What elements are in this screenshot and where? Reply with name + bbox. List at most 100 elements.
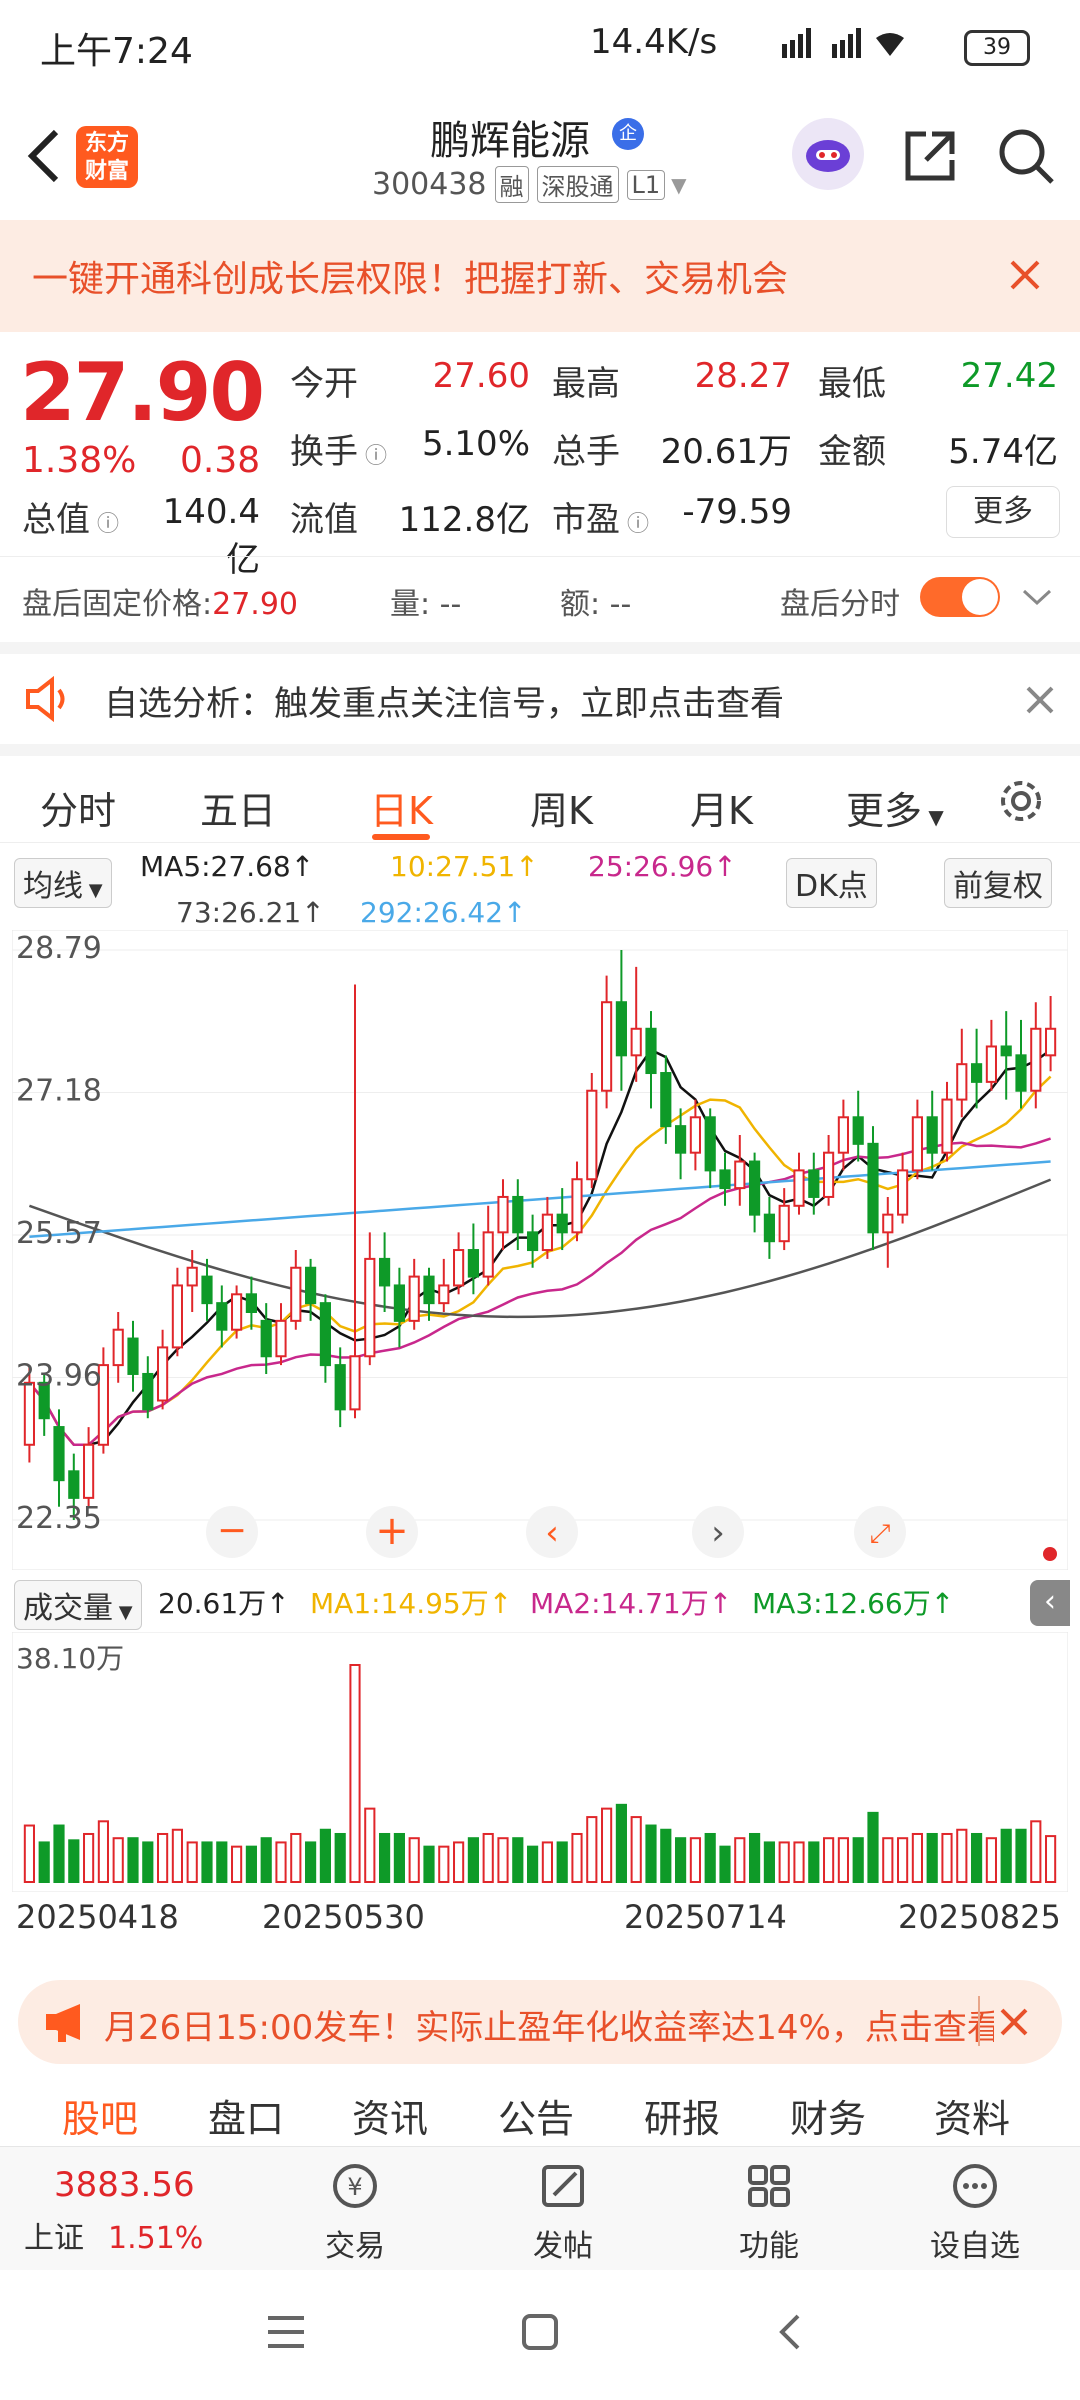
tab-daily-k[interactable]: 日K [370,780,433,835]
pan-right-icon[interactable]: › [711,1513,725,1553]
candle-body [245,1293,257,1314]
volume-bar [867,1811,879,1884]
trade-button[interactable]: ¥ 交易 [300,2159,410,2265]
tab-guba[interactable]: 股吧 [62,2088,138,2143]
candle-body [275,1319,287,1358]
date-tick: 20250714 [624,1898,787,1936]
dk-point-button[interactable]: DK点 [786,858,877,908]
tab-monthly-k[interactable]: 月K [690,780,753,835]
volume-bar [956,1828,968,1883]
menu-icon[interactable] [264,2312,308,2352]
volume-bar [1015,1828,1027,1883]
zoom-out-icon[interactable]: − [217,1510,247,1551]
tab-research[interactable]: 研报 [644,2088,720,2143]
volume-bar [83,1832,95,1884]
tab-finance[interactable]: 财务 [790,2088,866,2143]
zoom-in-icon[interactable]: + [375,1508,409,1554]
candlestick-chart[interactable]: 28.79 27.18 25.57 23.96 22.35 − + ‹ › ⤢ [12,930,1068,1570]
candle-body [1030,1027,1042,1092]
candle-body [763,1213,775,1243]
volume-bar [275,1841,287,1884]
candle-body [897,1169,909,1216]
stock-name: 鹏辉能源 [430,118,590,164]
candle-body [112,1328,124,1367]
volume-bar [837,1837,849,1884]
volume-bar [1000,1828,1012,1883]
megaphone-icon [46,2004,80,2042]
after-hours-toggle[interactable] [920,577,1000,617]
back-arrow-icon[interactable] [16,116,76,196]
candle-body [660,1072,672,1128]
candle-body [453,1249,465,1287]
tab-news[interactable]: 资讯 [352,2088,428,2143]
volume-selector[interactable]: 成交量 ▼ [14,1580,142,1630]
volume-bar [38,1841,50,1884]
yen-icon: ¥ [333,2164,377,2208]
candle-body [334,1364,346,1411]
label-turnover: 换手 ⓘ [290,432,387,472]
after-hours-volume: 量: -- [390,587,462,622]
volume-bar [334,1832,346,1884]
volume-bar [793,1841,805,1884]
close-icon[interactable] [1020,680,1060,720]
search-icon[interactable] [994,124,1058,188]
volume-bar [453,1841,465,1884]
adjust-button[interactable]: 前复权 [944,858,1052,908]
more-dots-icon [953,2164,997,2208]
tab-intraday[interactable]: 分时 [40,780,116,835]
ma-legend: 均线 ▼ MA5:27.68↑ 10:27.51↑ 25:26.96↑ 73:2… [0,840,1080,930]
share-icon[interactable] [900,126,960,186]
candle-body [615,1001,627,1057]
candle-body [68,1470,80,1499]
candle-body [438,1284,450,1305]
expand-icon[interactable]: ⤢ [870,1519,891,1549]
volume-bar [364,1807,376,1884]
divider [978,1996,980,2046]
candle-body [749,1160,761,1216]
chevron-down-icon[interactable] [1020,585,1054,609]
ma-selector[interactable]: 均线 ▼ [14,858,112,908]
add-watchlist-button[interactable]: 设自选 [910,2159,1040,2265]
back-icon[interactable] [770,2310,810,2354]
volume-bar [112,1837,124,1884]
candle-body [704,1116,716,1172]
volume-chart[interactable]: 38.10万 [12,1632,1068,1892]
functions-button[interactable]: 功能 [714,2159,824,2265]
post-button[interactable]: 发帖 [508,2159,618,2265]
volume-bar [941,1832,953,1884]
stock-code-row[interactable]: 300438 融 深股通 L1 ▼ [372,166,687,203]
index-widget[interactable]: 3883.56 上证 1.51% [24,2165,254,2257]
assistant-robot-icon[interactable] [792,118,864,190]
value-turnover: 5.10% [421,424,530,464]
analysis-strip[interactable]: 自选分析：触发重点关注信号，立即点击查看 [0,642,1080,744]
candle-body [349,1355,361,1411]
candle-body [408,1275,420,1322]
settings-gear-icon[interactable] [996,776,1046,826]
tab-profile[interactable]: 资料 [934,2088,1010,2143]
home-icon[interactable] [518,2310,562,2354]
tab-more[interactable]: 更多 ▼ [846,780,944,835]
status-bar: 上午7:24 14.4K/s 39 [0,0,1080,96]
close-icon[interactable] [994,2002,1034,2042]
notice-bar[interactable]: 月26日15:00发车！实际止盈年化收益率达14%，点击查看 [18,1980,1062,2064]
more-button[interactable]: 更多 [946,486,1060,538]
grid-icon [748,2165,790,2207]
volume-bar [601,1807,613,1884]
candle-body [956,1063,968,1101]
candle-body [630,1027,642,1057]
change-percent: 1.38% [22,440,137,481]
pan-left-icon[interactable]: ‹ [545,1513,559,1553]
candle-body [911,1116,923,1172]
tab-announcements[interactable]: 公告 [498,2088,574,2143]
promo-banner[interactable]: 一键开通科创成长层权限！把握打新、交易机会 [0,220,1080,332]
tab-5day[interactable]: 五日 [200,780,276,835]
collapse-panel-icon[interactable]: ‹ [1030,1580,1070,1626]
tab-weekly-k[interactable]: 周K [530,780,593,835]
tab-pankou[interactable]: 盘口 [208,2088,284,2143]
candle-body [1000,1045,1012,1057]
volume-bar [586,1816,598,1883]
value-pe: -79.59 [682,492,792,532]
candle-body [157,1346,169,1402]
close-icon[interactable] [1000,250,1050,300]
volume-bar [245,1845,257,1883]
